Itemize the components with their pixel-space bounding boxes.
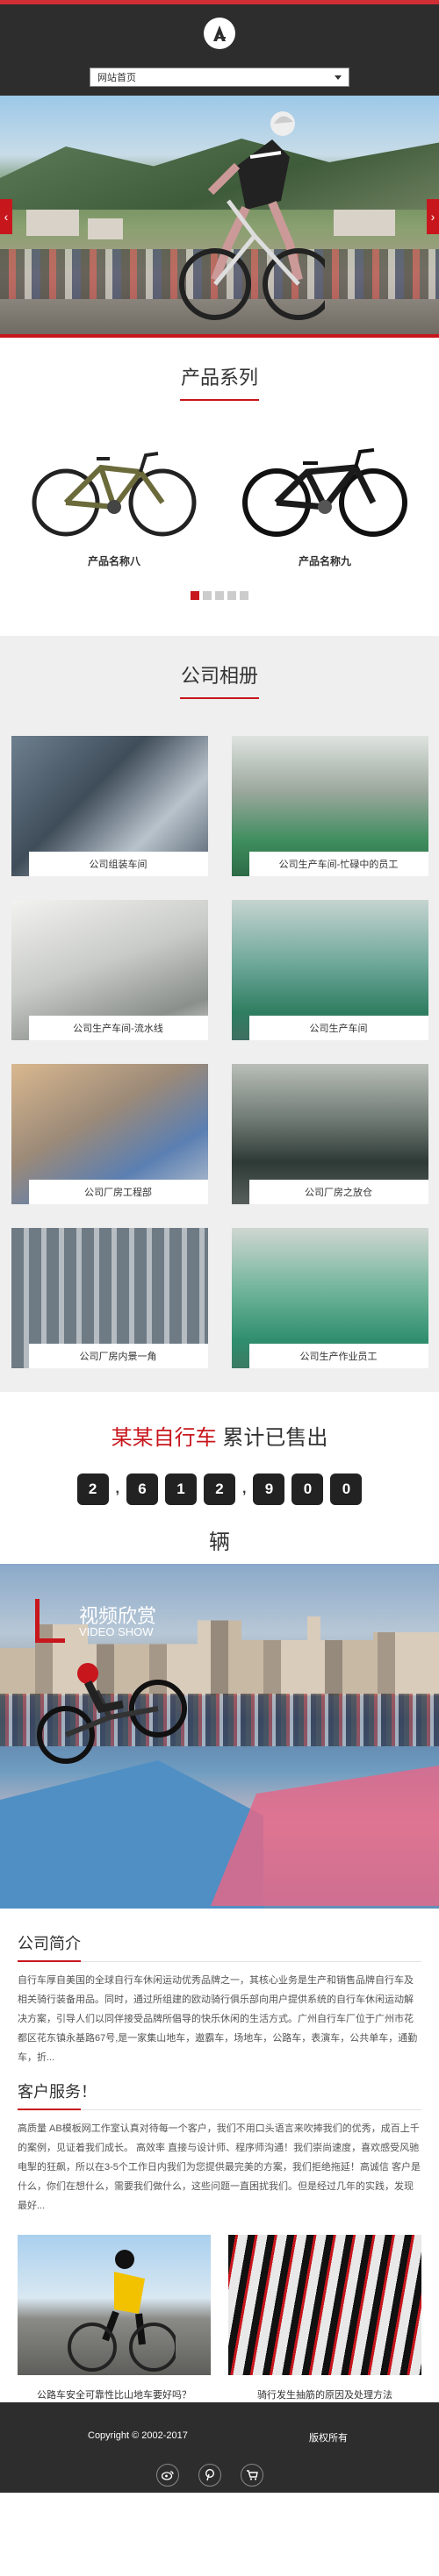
product-card[interactable]: 产品名称八 — [18, 432, 211, 568]
rights-text: 版权所有 — [309, 2433, 348, 2444]
news-photo — [18, 2235, 211, 2375]
album-item[interactable]: 公司生产车间-流水线 — [11, 900, 208, 1040]
pagination-dot[interactable] — [227, 591, 236, 600]
album-item[interactable]: 公司生产车间-忙碌中的员工 — [231, 736, 428, 876]
album-caption: 公司生产车间-流水线 — [28, 1016, 208, 1040]
counter-separator: , — [115, 1481, 119, 1496]
product-card[interactable]: 产品名称九 — [228, 432, 421, 568]
intro-title: 公司简介 — [18, 1931, 421, 1962]
counter-digit: 0 — [330, 1474, 363, 1505]
logo-mark-icon — [213, 25, 226, 41]
news-caption: 骑行发生抽筋的原因及处理方法 — [257, 2390, 392, 2401]
service-title: 客户服务！ — [18, 2080, 421, 2110]
site-footer: Copyright © 2002-2017 版权所有 — [0, 2402, 439, 2493]
product-name: 产品名称八 — [87, 555, 140, 567]
video-subtitle: VIDEO SHOW — [79, 1625, 154, 1638]
weibo-icon[interactable] — [156, 2464, 179, 2487]
site-header: 网站首页 — [0, 4, 439, 96]
album-caption: 公司厂房内景一角 — [28, 1344, 208, 1368]
album-caption: 公司组装车间 — [28, 852, 208, 876]
counter-brand: 某某自行车 — [111, 1426, 217, 1450]
album-caption: 公司生产作业员工 — [248, 1344, 428, 1368]
hero-rider-image — [179, 111, 325, 320]
pinterest-icon[interactable] — [198, 2464, 221, 2487]
copyright-text: Copyright © 2002-2017 — [88, 2430, 188, 2441]
counter-digit: 1 — [165, 1474, 197, 1505]
album-item[interactable]: 公司厂房工程部 — [11, 1064, 208, 1204]
album-title: 公司相册 — [180, 665, 258, 687]
counter-digit: 2 — [204, 1474, 235, 1505]
products-title-bar — [180, 399, 259, 401]
video-section[interactable]: 视频欣赏 VIDEO SHOW — [0, 1564, 439, 1909]
intro-text: 自行车厚自美国的全球自行车休闲运动优秀品牌之一，其核心业务是生产和销售品牌自行车… — [18, 1975, 418, 2063]
hero-banner: ‹ › — [0, 96, 439, 334]
counter-digits: 2 , 6 1 2 , 9 0 0 — [0, 1474, 439, 1505]
album-item[interactable]: 公司组装车间 — [11, 736, 208, 876]
products-pagination — [0, 591, 439, 600]
product-bike-image — [32, 452, 197, 537]
hero-building — [26, 210, 79, 236]
hero-next-arrow[interactable]: › — [427, 199, 439, 234]
product-name: 产品名称九 — [298, 555, 351, 567]
counter-digit: 6 — [126, 1474, 158, 1505]
album-item[interactable]: 公司厂房之放仓 — [231, 1064, 428, 1204]
hero-building — [334, 210, 395, 236]
cart-icon[interactable] — [241, 2464, 263, 2487]
pagination-dot[interactable] — [215, 591, 224, 600]
album-section: 公司相册 公司组装车间 公司生产车间-忙碌中的员工 公司生产车间-流水线 公司生… — [0, 636, 439, 1392]
news-card[interactable]: 公路车安全可靠性比山地车要好吗？ — [18, 2235, 211, 2401]
sales-counter: 某某自行车 累计已售出 2 , 6 1 2 , 9 0 0 辆 — [0, 1392, 439, 1564]
hero-building — [88, 218, 123, 239]
hero-prev-arrow[interactable]: ‹ — [0, 199, 12, 234]
products-section: 产品系列 产品名称八 产品名称九 — [0, 338, 439, 636]
counter-title: 某某自行车 累计已售出 — [0, 1420, 439, 1451]
product-bike-image — [242, 448, 407, 537]
album-title-bar — [180, 697, 259, 699]
pagination-dot[interactable] — [240, 591, 248, 600]
counter-text: 累计已售出 — [216, 1426, 328, 1450]
counter-unit: 辆 — [209, 1531, 230, 1554]
nav-select-value: 网站首页 — [97, 73, 136, 83]
album-item[interactable]: 公司生产作业员工 — [231, 1228, 428, 1368]
counter-digit: 2 — [76, 1474, 109, 1505]
intro-section: 公司简介 自行车厚自美国的全球自行车休闲运动优秀品牌之一，其核心业务是生产和销售… — [0, 1909, 439, 2424]
news-caption: 公路车安全可靠性比山地车要好吗？ — [37, 2390, 191, 2401]
counter-digit: 9 — [253, 1474, 285, 1505]
video-title-mark — [35, 1599, 65, 1643]
video-bmx-rider-image — [37, 1663, 187, 1764]
service-text: 高质量 AB模板网工作室认真对待每一个客户，我们不用口头语言来吹捧我们的优秀，成… — [18, 2123, 421, 2211]
pagination-dot[interactable] — [191, 591, 199, 600]
album-caption: 公司厂房之放仓 — [248, 1180, 428, 1204]
album-item[interactable]: 公司厂房内景一角 — [11, 1228, 208, 1368]
news-cyclist-image — [68, 2250, 176, 2372]
chevron-down-icon — [335, 75, 342, 80]
album-caption: 公司生产车间-忙碌中的员工 — [248, 852, 428, 876]
news-photo — [228, 2235, 421, 2375]
news-card[interactable]: 骑行发生抽筋的原因及处理方法 — [228, 2235, 421, 2401]
album-item[interactable]: 公司生产车间 — [231, 900, 428, 1040]
counter-separator: , — [242, 1481, 247, 1496]
video-ramp — [211, 1766, 439, 1906]
site-logo[interactable] — [204, 18, 235, 49]
album-caption: 公司厂房工程部 — [28, 1180, 208, 1204]
nav-select[interactable]: 网站首页 — [90, 68, 349, 87]
pagination-dot[interactable] — [203, 591, 212, 600]
products-title: 产品系列 — [180, 367, 258, 389]
album-caption: 公司生产车间 — [248, 1016, 428, 1040]
counter-digit: 0 — [291, 1474, 324, 1505]
